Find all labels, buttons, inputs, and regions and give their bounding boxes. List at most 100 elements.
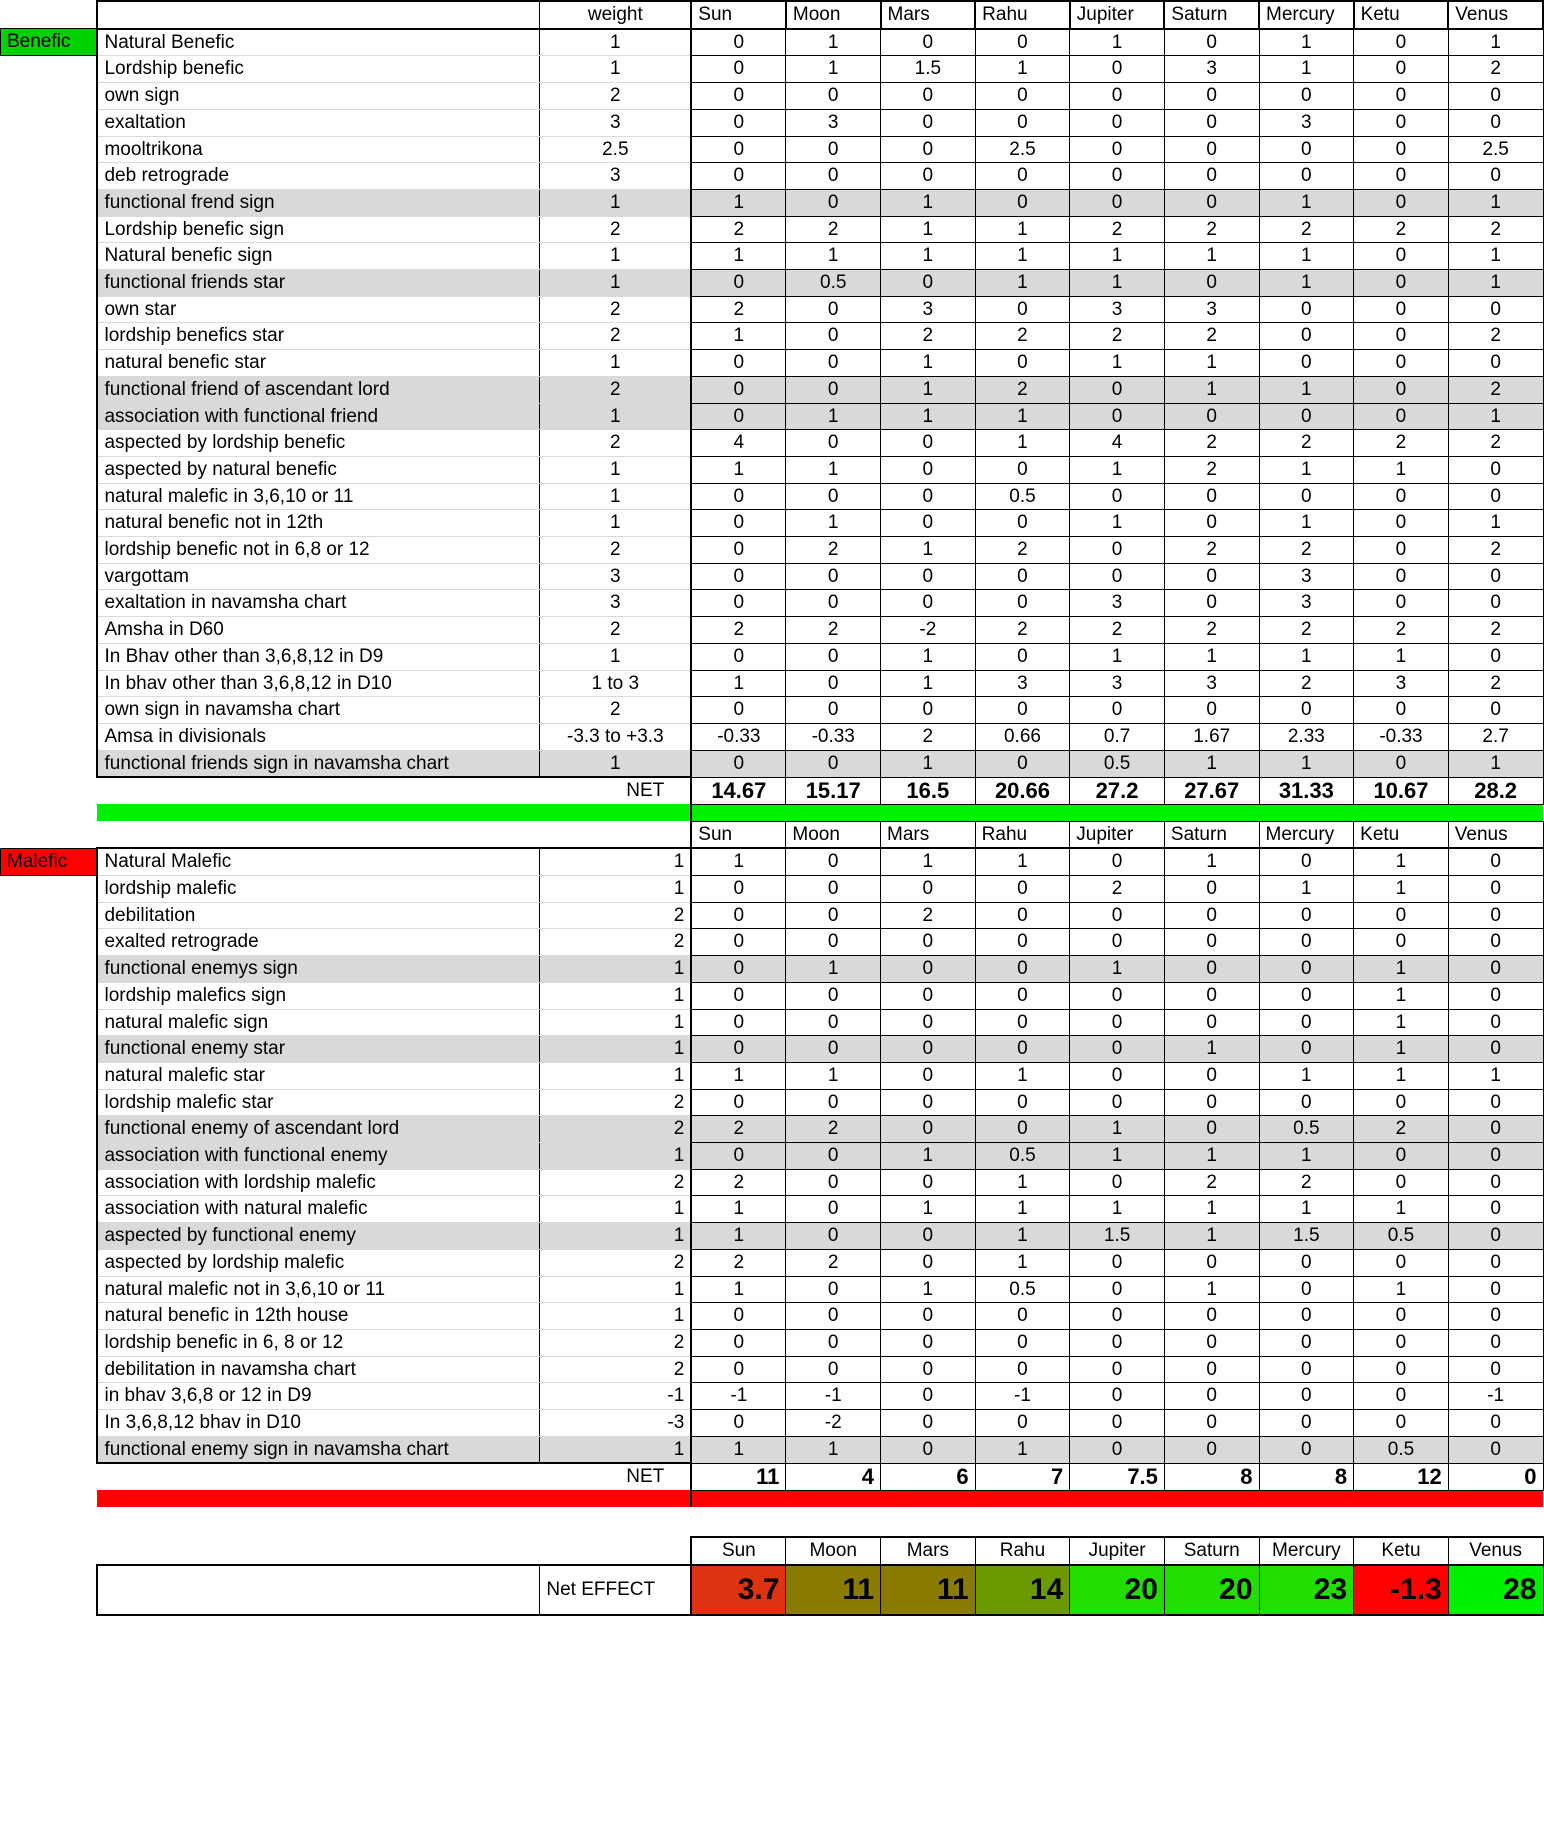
header-planet-jupiter: Jupiter [1068, 0, 1166, 30]
benefic-cell: 1 [690, 322, 787, 351]
benefic-cell: 2 [974, 322, 1071, 351]
malefic-cell: 0 [1447, 901, 1544, 930]
benefic-row-weight: 2 [539, 376, 693, 404]
benefic-row-label: lordship benefic not in 6,8 or 12 [96, 536, 540, 564]
malefic-cell: 0 [1163, 1355, 1260, 1384]
corner-cell [1, 1, 98, 29]
malefic-net-cell: 0 [1447, 1463, 1544, 1491]
benefic-cell: 1 [1447, 402, 1544, 431]
tag-spacer [1, 1463, 98, 1490]
malefic-cell: 1 [1258, 875, 1355, 903]
benefic-row-weight: 2 [539, 536, 693, 564]
benefic-cell: 0 [785, 642, 882, 671]
malefic-cell: 2 [690, 1168, 787, 1197]
benefic-cell: 0 [1163, 402, 1260, 431]
mid-header-planet-saturn: Saturn [1163, 820, 1260, 850]
benefic-row-label: lordship benefics star [96, 322, 540, 351]
benefic-row: Amsha in D60 2 2 2 -2 2 2 2 2 2 2 [1, 616, 1544, 644]
tag-spacer [1, 1249, 98, 1276]
benefic-cell: 0 [690, 509, 787, 538]
malefic-row-weight: 1 [539, 1222, 693, 1250]
header-planet-sun: Sun [690, 0, 787, 30]
benefic-cell: 1 [1258, 509, 1355, 538]
benefic-row: natural malefic in 3,6,10 or 11 1 0 0 0 0.5 0 0… [1, 482, 1544, 511]
malefic-cell: 1 [1353, 1035, 1449, 1063]
benefic-row-label: Amsha in D60 [96, 616, 540, 644]
benefic-row: lordship benefics star 2 1 0 2 2 2 2 0 0 2 [1, 322, 1544, 351]
malefic-cell: 0 [1447, 1275, 1544, 1304]
malefic-net-row: NET 11 4 6 7 7.5 8 8 12 0 [1, 1463, 1544, 1491]
malefic-row-label: exalted retrograde [96, 928, 540, 957]
malefic-cell: 1 [1163, 1275, 1260, 1304]
benefic-cell: 0 [880, 589, 976, 618]
benefic-cell: 0 [974, 642, 1071, 671]
malefic-net-cell: 12 [1353, 1463, 1449, 1491]
malefic-cell: 0 [1258, 1088, 1355, 1117]
malefic-cell: 0 [1258, 847, 1355, 877]
malefic-cell: 0 [1353, 1409, 1449, 1437]
malefic-row-weight: 1 [539, 1142, 693, 1170]
malefic-cell: 0 [1353, 1142, 1449, 1170]
malefic-row-label: debilitation [96, 902, 540, 930]
benefic-cell: 2 [785, 215, 882, 244]
tag-spacer [1, 136, 98, 163]
benefic-cell: 0 [1353, 589, 1449, 618]
malefic-cell: 0 [785, 1195, 882, 1224]
benefic-cell: 1 [785, 402, 882, 431]
malefic-cell: 0 [880, 1435, 976, 1464]
malefic-cell: 0 [880, 981, 976, 1010]
tag-spacer [1, 750, 98, 777]
benefic-cell: 0 [785, 562, 882, 591]
malefic-row-weight: 1 [539, 1035, 693, 1063]
malefic-row-weight: -1 [539, 1382, 693, 1411]
benefic-cell: 0 [880, 455, 976, 484]
benefic-cell: 0 [785, 322, 882, 351]
malefic-row-label: natural benefic in 12th house [96, 1302, 540, 1330]
tag-spacer [1, 510, 98, 537]
tag-spacer [1, 1036, 98, 1063]
malefic-cell: 0 [974, 1115, 1071, 1144]
malefic-cell: 0 [785, 1302, 882, 1330]
tag-spacer [1, 1062, 98, 1089]
malefic-cell: 0 [1069, 981, 1165, 1010]
malefic-cell: 0 [1258, 928, 1355, 957]
benefic-cell: 0 [880, 696, 976, 724]
benefic-cell: 3 [1258, 589, 1355, 618]
tag-spacer [1, 456, 98, 483]
benefic-cell: 2 [1447, 429, 1544, 457]
header-planet-venus: Venus [1447, 0, 1544, 30]
malefic-cell: 1.5 [1069, 1222, 1165, 1250]
benefic-cell: 0 [1447, 162, 1544, 190]
malefic-cell: 1 [690, 1061, 787, 1090]
malefic-cell: 0 [1258, 955, 1355, 983]
net-effect-cell: 14 [974, 1563, 1071, 1616]
benefic-cell: 2 [1447, 55, 1544, 84]
benefic-tag: Benefic [0, 28, 98, 57]
benefic-cell: 2.5 [1447, 135, 1544, 164]
header-weight: weight [539, 0, 693, 30]
tag-spacer [1, 1196, 98, 1223]
malefic-row: lordship malefic star 2 0 0 0 0 0 0 0 0 0 [1, 1088, 1544, 1117]
benefic-row-weight: 1 to 3 [539, 670, 693, 698]
bottom-header-planet-moon: Moon [785, 1536, 882, 1566]
malefic-row-label: functional enemy of ascendant lord [96, 1115, 540, 1144]
tag-spacer [1, 483, 98, 510]
benefic-cell: 0 [1353, 135, 1449, 164]
benefic-row: own star 2 2 0 3 0 3 3 0 0 0 [1, 295, 1544, 324]
benefic-cell: 1 [880, 215, 976, 244]
benefic-cell: 1 [1258, 455, 1355, 484]
benefic-row: In Bhav other than 3,6,8,12 in D9 1 0 0 1 0 1 1… [1, 642, 1544, 671]
malefic-cell: 1 [974, 1061, 1071, 1090]
malefic-cell: 1 [1258, 1142, 1355, 1170]
benefic-row: exaltation in navamsha chart 3 0 0 0 0 3 0 3 0 0 [1, 589, 1544, 618]
malefic-row: association with functional enemy 1 0 0 1 0.5… [1, 1142, 1544, 1170]
benefic-row-label: aspected by lordship benefic [96, 429, 540, 457]
malefic-cell: 0 [1258, 1008, 1355, 1037]
benefic-cell: 1 [1258, 749, 1355, 778]
tag-spacer [1, 109, 98, 136]
benefic-cell: 2 [1258, 669, 1355, 698]
malefic-cell: 1 [690, 847, 787, 877]
malefic-net-cell: 11 [690, 1463, 787, 1491]
benefic-row-label: functional frend sign [96, 189, 540, 217]
benefic-row-weight: 1 [539, 509, 693, 538]
